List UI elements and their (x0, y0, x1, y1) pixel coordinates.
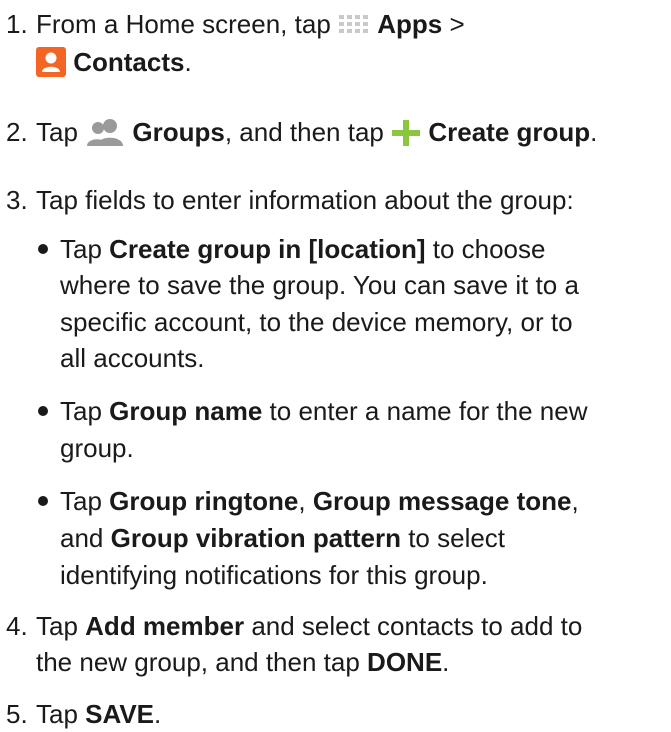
groups-icon (85, 117, 125, 156)
bullet-dot (38, 496, 48, 506)
step-number: 1. (6, 9, 28, 39)
step-text: From a Home screen, tap (36, 9, 331, 39)
step-number: 2. (6, 117, 28, 147)
add-member-label: Add member (85, 611, 245, 641)
create-group-label: Create group (428, 117, 591, 147)
contacts-label: Contacts (73, 47, 185, 77)
save-label: SAVE (85, 699, 155, 729)
plus-icon (391, 119, 421, 156)
done-label: DONE (367, 647, 443, 677)
groups-label: Groups (132, 117, 225, 147)
step-number: 5. (6, 699, 28, 729)
step-text: Tap fields to enter information about th… (36, 185, 574, 215)
bullet-dot (38, 244, 48, 254)
apps-label: Apps (377, 9, 443, 39)
step-number: 3. (6, 185, 28, 215)
step-number: 4. (6, 611, 28, 641)
bullet-dot (38, 406, 48, 416)
apps-grid-icon (338, 12, 370, 48)
contacts-icon (36, 47, 66, 86)
